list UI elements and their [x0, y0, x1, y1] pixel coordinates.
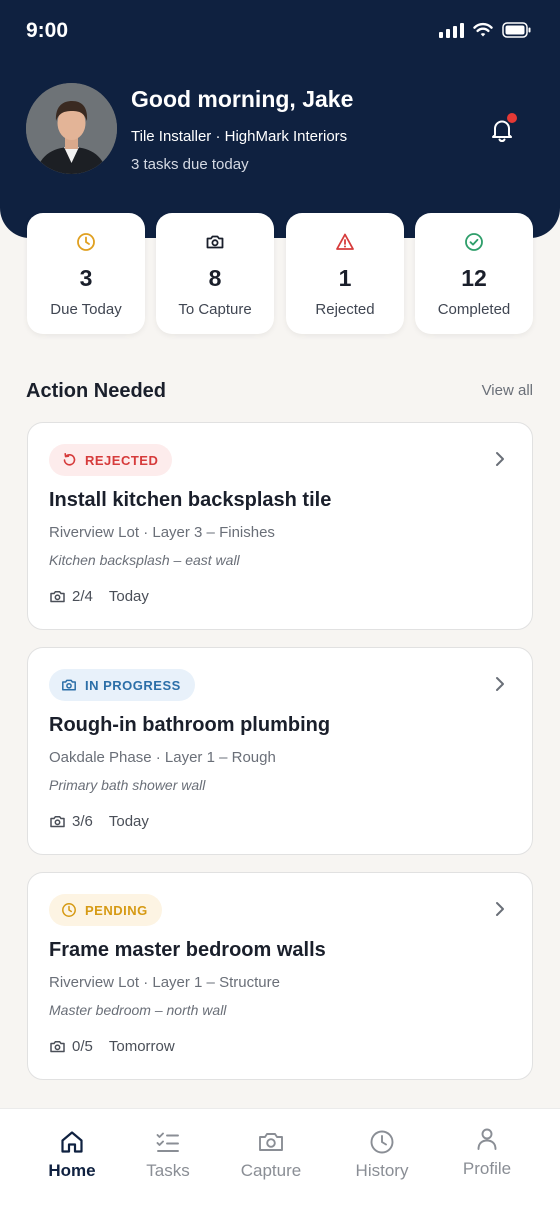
- stat-to-capture[interactable]: 8 To Capture: [156, 213, 274, 334]
- tab-capture[interactable]: Capture: [215, 1109, 327, 1213]
- person-icon: [477, 1128, 497, 1150]
- status-icons: [439, 22, 532, 38]
- bottom-tab-bar: Home Tasks Capture History Profile: [0, 1108, 560, 1213]
- status-badge-label: REJECTED: [85, 452, 159, 468]
- status-badge: REJECTED: [49, 444, 173, 476]
- task-card[interactable]: IN PROGRESS Rough-in bathroom plumbing O…: [27, 647, 533, 855]
- stat-value: 12: [461, 265, 487, 291]
- camera-icon: [62, 679, 76, 691]
- task-meta: Riverview Lot · Layer 1 – Structure: [49, 974, 280, 991]
- undo-icon: [63, 453, 76, 466]
- clock-icon: [370, 1130, 394, 1154]
- clock-icon: [77, 233, 95, 251]
- role-text: Tile Installer · HighMark Interiors: [131, 128, 348, 145]
- task-title: Frame master bedroom walls: [49, 939, 326, 961]
- avatar[interactable]: [26, 83, 117, 174]
- task-due: Tomorrow: [108, 1038, 175, 1055]
- header: 9:00 Good morning, Jake Tile Installer ·…: [0, 0, 560, 238]
- task-footer: 0/5 Tomorrow: [49, 1038, 175, 1055]
- view-all-link[interactable]: View all: [482, 382, 533, 399]
- task-location: Master bedroom – north wall: [49, 1002, 227, 1018]
- stat-label: Completed: [437, 301, 511, 318]
- task-due: Today: [108, 813, 149, 830]
- checklist-icon: [156, 1132, 179, 1152]
- camera-icon: [50, 591, 65, 603]
- stat-label: To Capture: [178, 301, 252, 318]
- tasks-due-text: 3 tasks due today: [131, 156, 249, 173]
- battery-icon: [502, 22, 531, 38]
- stats-row: 3 Due Today 8 To Capture 1 Rejected 12 C…: [27, 213, 533, 334]
- chevron-right-icon: [496, 902, 504, 916]
- camera-icon: [50, 1041, 65, 1053]
- stat-due-today[interactable]: 3 Due Today: [27, 213, 145, 334]
- photo-count: 2/4: [72, 588, 93, 605]
- stat-value: 8: [208, 265, 222, 291]
- tab-profile[interactable]: Profile: [431, 1109, 543, 1213]
- camera-icon: [206, 235, 224, 249]
- notification-dot: [507, 113, 517, 123]
- check-circle-icon: [465, 233, 483, 251]
- stat-value: 3: [79, 265, 93, 291]
- avatar-portrait: [26, 83, 117, 174]
- status-badge-label: IN PROGRESS: [85, 677, 181, 693]
- tab-label: History: [355, 1161, 409, 1180]
- status-badge: IN PROGRESS: [49, 669, 195, 701]
- task-card[interactable]: PENDING Frame master bedroom walls River…: [27, 872, 533, 1080]
- status-badge-label: PENDING: [85, 902, 148, 918]
- task-meta: Riverview Lot · Layer 3 – Finishes: [49, 524, 275, 541]
- task-footer: 3/6 Today: [49, 813, 149, 830]
- camera-icon: [259, 1133, 283, 1151]
- tab-history[interactable]: History: [326, 1109, 438, 1213]
- home-icon: [61, 1131, 83, 1153]
- stat-label: Due Today: [50, 301, 122, 318]
- camera-icon: [50, 816, 65, 828]
- clock-icon: [62, 903, 76, 917]
- wifi-icon: [473, 22, 493, 37]
- task-footer: 2/4 Today: [49, 588, 149, 605]
- signal-icon: [439, 22, 464, 38]
- task-title: Install kitchen backsplash tile: [49, 489, 332, 511]
- task-title: Rough-in bathroom plumbing: [49, 714, 331, 736]
- photo-count: 0/5: [72, 1038, 93, 1055]
- greeting-text: Good morning, Jake: [131, 86, 354, 112]
- task-location: Kitchen backsplash – east wall: [49, 552, 240, 568]
- section-title: Action Needed: [26, 380, 167, 402]
- tab-label: Capture: [240, 1161, 302, 1180]
- stat-label: Rejected: [315, 301, 375, 318]
- stat-rejected[interactable]: 1 Rejected: [286, 213, 404, 334]
- tab-label: Profile: [462, 1159, 512, 1178]
- stat-value: 1: [338, 265, 352, 291]
- chevron-right-icon: [496, 452, 504, 466]
- task-due: Today: [108, 588, 149, 605]
- task-meta: Oakdale Phase · Layer 1 – Rough: [49, 749, 276, 766]
- tab-tasks[interactable]: Tasks: [112, 1109, 224, 1213]
- stat-completed[interactable]: 12 Completed: [415, 213, 533, 334]
- photo-count: 3/6: [72, 813, 93, 830]
- task-card[interactable]: REJECTED Install kitchen backsplash tile…: [27, 422, 533, 630]
- tab-label: Tasks: [146, 1161, 190, 1180]
- status-bar: 9:00: [0, 0, 560, 60]
- warning-icon: [336, 233, 354, 250]
- task-location: Primary bath shower wall: [49, 777, 206, 793]
- status-time: 9:00: [26, 19, 69, 42]
- status-badge: PENDING: [49, 894, 162, 926]
- chevron-right-icon: [496, 677, 504, 691]
